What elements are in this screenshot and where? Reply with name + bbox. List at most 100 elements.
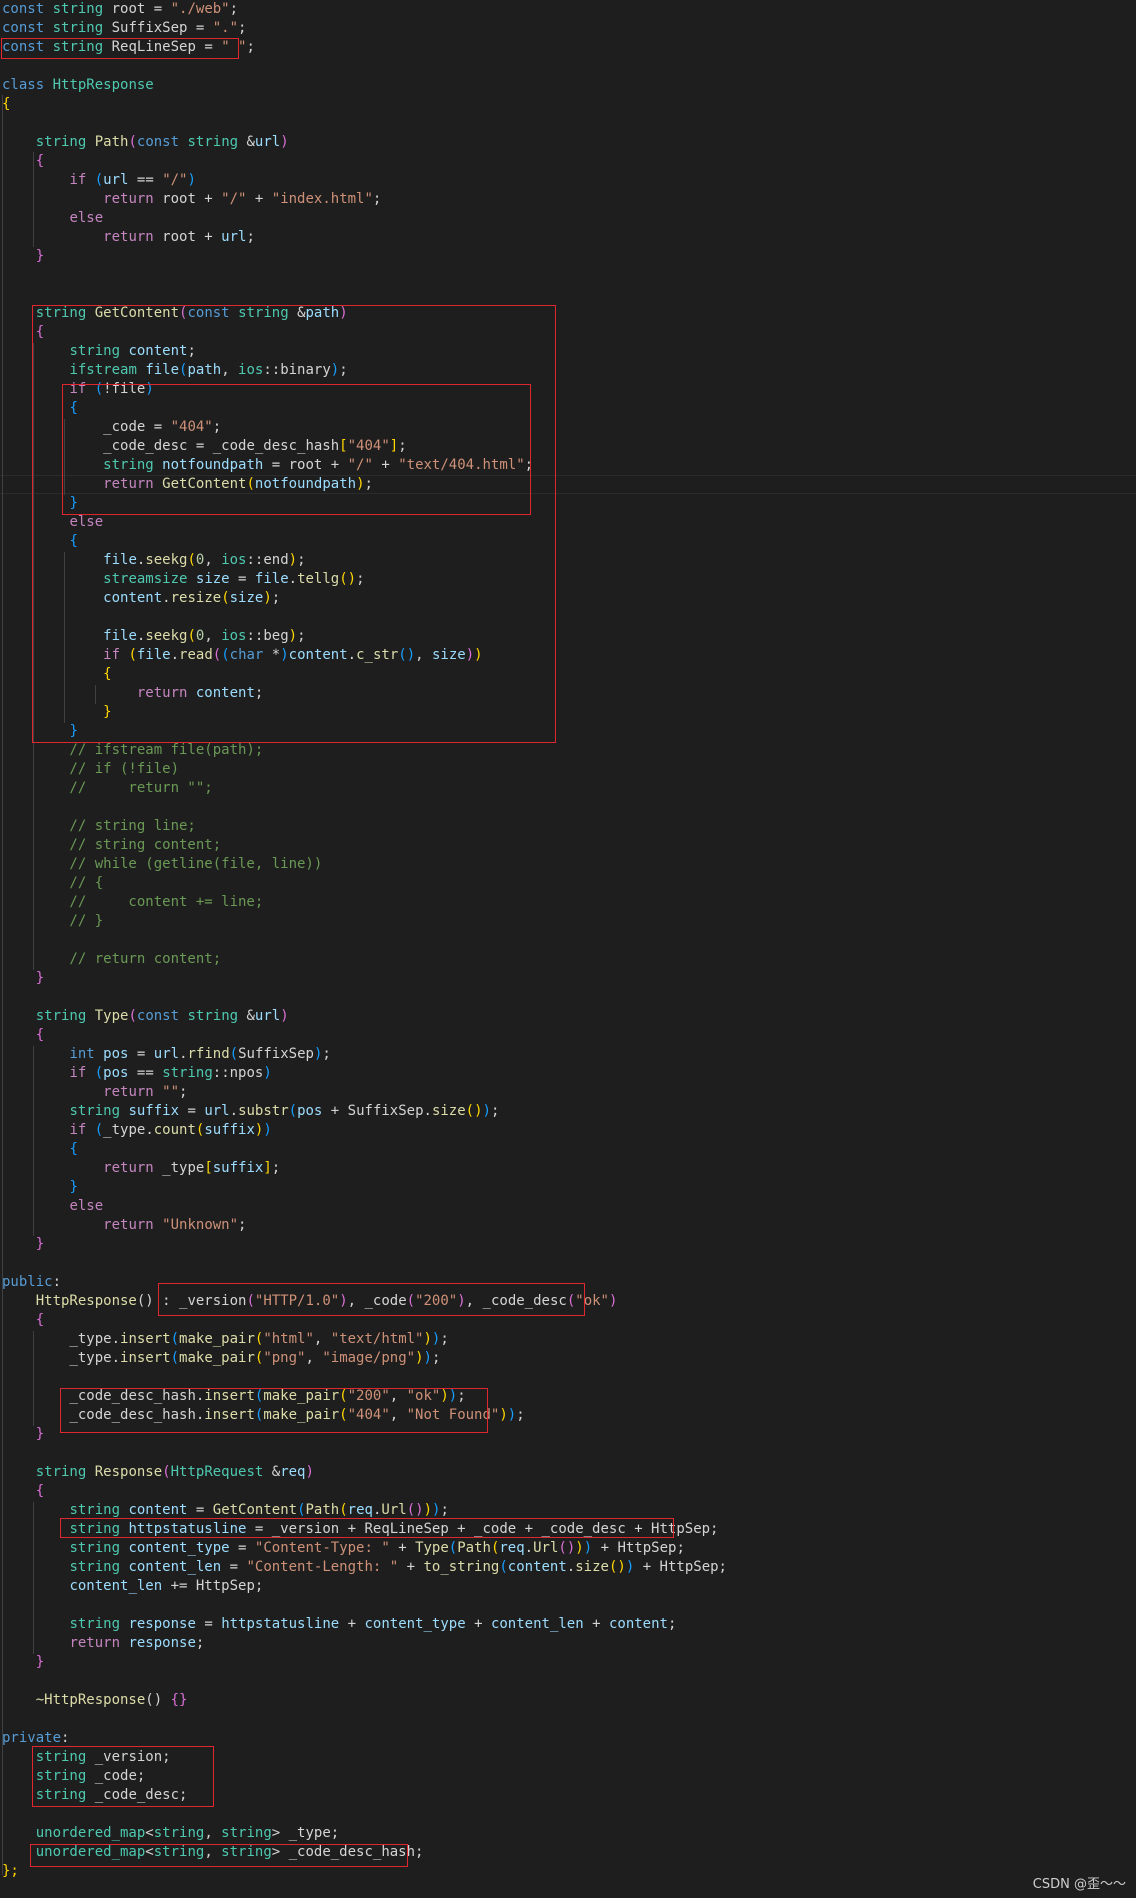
code-line: // } [2,912,103,931]
code-token: ; [238,20,247,36]
code-token: root + [153,191,222,207]
code-token: ) [617,1559,626,1575]
code-editor[interactable]: const string root = "./web"; const string… [0,0,1136,1898]
code-token: make_pair [179,1350,255,1366]
code-token: ( [94,1065,104,1081]
highlight-initializer-list [158,1283,585,1316]
code-line: return root + url; [2,228,255,247]
code-token: ( [170,1350,180,1366]
code-token: insert [120,1331,171,1347]
code-line: return _type[suffix]; [2,1159,280,1178]
code-token: // return ""; [2,780,213,796]
code-token: public [2,1274,53,1290]
code-token: // string content; [2,837,222,853]
code-line: else [2,1197,103,1216]
code-token: return [103,1084,154,1100]
code-token: ) [415,1350,424,1366]
code-token: ) [263,1122,272,1138]
code-token: ( [94,172,104,188]
code-token: [ [204,1160,213,1176]
code-token: string [69,1559,121,1575]
code-token: + HttpSep; [634,1559,727,1575]
code-token: ) [423,1350,432,1366]
code-token: HttpRequest [170,1464,264,1480]
code-line: unordered_map<string, string> _type; [2,1824,339,1843]
code-token: ) [415,1502,424,1518]
code-line: string suffix = url.substr(pos + SuffixS… [2,1102,499,1121]
code-line: } [2,1425,44,1444]
code-token: = [187,1502,213,1518]
code-token: ) [583,1540,593,1556]
code-token: Url [381,1502,407,1518]
code-token: "" [162,1084,180,1100]
code-token: suffix [204,1122,255,1138]
code-line: // if (!file) [2,760,179,779]
code-line: string Response(HttpRequest &req) [2,1463,314,1482]
code-token: SuffixSep [238,1046,314,1062]
code-token: ( [448,1540,458,1556]
code-token: to_string [423,1559,500,1575]
code-line: // ifstream file(path); [2,741,263,760]
code-token: url [221,229,247,245]
code-token: size [431,1103,466,1119]
code-token: ( [94,1122,104,1138]
code-token: "index.html" [271,191,373,207]
code-token: + SuffixSep. [322,1103,432,1119]
code-token: ) [423,1502,432,1518]
code-line: string response = httpstatusline + conte… [2,1615,676,1634]
code-token: const [2,1,45,17]
code-token: pos [103,1046,129,1062]
code-token: ::npos [212,1065,264,1081]
code-token: ; [238,1217,247,1233]
code-line: if (pos == string::npos) [2,1064,271,1083]
code-token: const [136,1008,180,1024]
code-token: httpstatusline [221,1616,340,1632]
code-token: content_type [128,1540,230,1556]
code-line: { [2,152,44,171]
code-token: . [524,1540,534,1556]
code-token: url [254,1008,281,1024]
code-token: "." [212,20,239,36]
code-token: content_len [69,1578,163,1594]
code-token: return [103,229,154,245]
code-token: ; [372,191,382,207]
code-token: ( [162,1464,171,1480]
code-token: < [145,1825,154,1841]
code-token: root + [153,229,222,245]
code-token: string [69,1616,121,1632]
code-token: if [69,172,87,188]
code-token: _type [153,1160,205,1176]
code-token: string [153,1825,205,1841]
code-token: // { [2,875,104,891]
code-token: req [280,1464,306,1480]
code-line: // string line; [2,817,195,836]
code-line: int pos = url.rfind(SuffixSep); [2,1045,330,1064]
code-token: ; [246,229,255,245]
code-token: url [204,1103,230,1119]
code-token: = [128,1046,154,1062]
code-token: == [128,1065,163,1081]
code-token: insert [120,1350,171,1366]
code-token: , [313,1331,331,1347]
code-token: . [229,1103,239,1119]
code-token: // content += line; [2,894,264,910]
code-token: count [153,1122,196,1138]
